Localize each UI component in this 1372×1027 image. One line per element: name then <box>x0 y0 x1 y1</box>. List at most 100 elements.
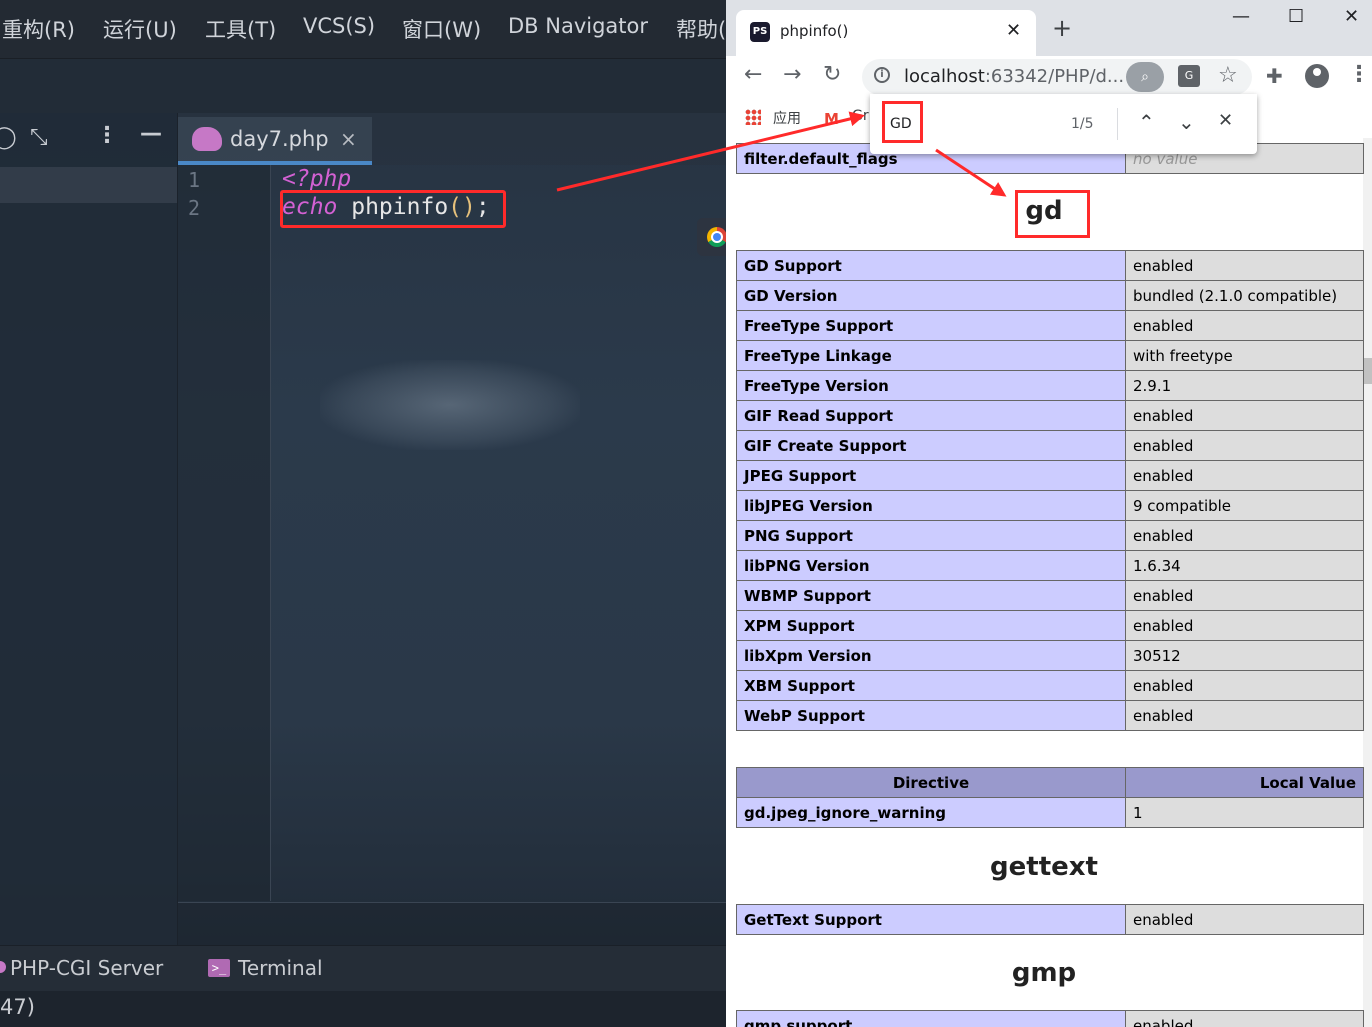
menu-refactor[interactable]: 重构(R) <box>2 14 75 44</box>
directive-key: FreeType Version <box>736 370 1126 401</box>
directive-key: JPEG Support <box>736 460 1126 491</box>
back-arrow-icon[interactable]: ← <box>744 62 762 87</box>
column-header-directive: Directive <box>736 767 1126 798</box>
bookmark-star-icon[interactable]: ☆ <box>1218 63 1238 88</box>
hide-panel-icon[interactable]: — <box>140 121 162 146</box>
gd-heading-annotation-box <box>1015 190 1090 238</box>
ide-status-bar: 47) <box>0 991 726 1027</box>
bookmark-gmail[interactable]: Gr <box>852 108 869 124</box>
minimize-button[interactable]: — <box>1232 6 1250 27</box>
find-close-icon[interactable]: ✕ <box>1218 110 1233 131</box>
table-row: WBMP Support enabled <box>736 580 1364 611</box>
menu-vcs[interactable]: VCS(S) <box>303 14 375 38</box>
directive-value: 1 <box>1125 797 1364 828</box>
find-in-page-icon[interactable]: ⌕ <box>1126 62 1164 92</box>
table-row: libXpm Version 30512 <box>736 640 1364 671</box>
site-info-icon[interactable]: i <box>874 67 890 83</box>
browser-tab-phpinfo[interactable]: PS phpinfo() ✕ <box>736 10 1036 56</box>
gettext-table: GetText Support enabled <box>736 904 1364 935</box>
options-menu-icon[interactable]: ⋮ <box>96 123 118 148</box>
line-number: 1 <box>188 168 201 192</box>
new-tab-button[interactable]: + <box>1052 14 1072 42</box>
column-header-local-value: Local Value <box>1125 767 1364 798</box>
directive-key: GD Support <box>736 250 1126 281</box>
browser-toolbar: ← → ↻ i localhost:63342/PHP/d... ⌕ G ☆ ✚… <box>726 56 1372 98</box>
window-close-button[interactable]: ✕ <box>1344 6 1359 27</box>
table-row: JPEG Support enabled <box>736 460 1364 491</box>
directive-key: FreeType Linkage <box>736 340 1126 371</box>
tab-label: day7.php <box>230 127 329 151</box>
table-header-row: Directive Local Value <box>736 767 1364 798</box>
directive-key: XBM Support <box>736 670 1126 701</box>
directive-value: enabled <box>1125 610 1364 641</box>
table-row: FreeType Version 2.9.1 <box>736 370 1364 401</box>
table-row: libPNG Version 1.6.34 <box>736 550 1364 581</box>
scrollbar-track[interactable] <box>1363 138 1372 1027</box>
ide-toolbar <box>0 59 726 113</box>
directive-value: enabled <box>1125 310 1364 341</box>
open-in-browser-button[interactable] <box>697 218 726 256</box>
address-bar[interactable]: i localhost:63342/PHP/d... ⌕ G ☆ <box>862 59 1252 95</box>
find-previous-chevron-up-icon[interactable]: ⌃ <box>1138 110 1155 134</box>
directive-key: GIF Create Support <box>736 430 1126 461</box>
gd-directive-table: Directive Local Value gd.jpeg_ignore_war… <box>736 767 1364 828</box>
collapse-all-icon[interactable]: ⤡ <box>30 125 48 150</box>
table-row: FreeType Linkage with freetype <box>736 340 1364 371</box>
project-panel <box>0 113 178 945</box>
tool-tab-php-cgi-server[interactable]: PHP-CGI Server <box>10 956 163 980</box>
directive-value: enabled <box>1125 430 1364 461</box>
directive-value: enabled <box>1125 520 1364 551</box>
directive-value: with freetype <box>1125 340 1364 371</box>
directive-value: enabled <box>1125 250 1364 281</box>
locate-icon[interactable]: ◯ <box>0 125 17 150</box>
apps-grid-icon[interactable] <box>745 109 761 125</box>
directive-value: bundled (2.1.0 compatible) <box>1125 280 1364 311</box>
extensions-puzzle-icon[interactable]: ✚ <box>1266 64 1283 88</box>
browser-menu-icon[interactable]: ⋮ <box>1348 62 1370 87</box>
directive-key: WebP Support <box>736 700 1126 731</box>
profile-avatar-icon[interactable] <box>1305 64 1329 88</box>
table-row: libJPEG Version 9 compatible <box>736 490 1364 521</box>
gmail-icon[interactable]: M <box>824 110 839 128</box>
background-cloud <box>320 360 580 450</box>
find-divider <box>1117 108 1118 140</box>
table-row: XBM Support enabled <box>736 670 1364 701</box>
directive-value: enabled <box>1125 400 1364 431</box>
directive-key: GIF Read Support <box>736 400 1126 431</box>
browser-tab-title: phpinfo() <box>780 22 849 40</box>
find-next-chevron-down-icon[interactable]: ⌄ <box>1178 110 1195 134</box>
ide-tool-window-bar: PHP-CGI Server >_ Terminal <box>0 945 726 992</box>
section-heading-gmp: gmp <box>1011 958 1077 988</box>
directive-key: FreeType Support <box>736 310 1126 341</box>
menu-tools[interactable]: 工具(T) <box>205 14 276 44</box>
directive-key: GetText Support <box>736 904 1126 935</box>
tab-close-icon[interactable]: ✕ <box>1006 20 1021 41</box>
table-row: GD Support enabled <box>736 250 1364 281</box>
browser-tab-strip: PS phpinfo() ✕ + — ☐ ✕ <box>726 0 1372 56</box>
line-number: 2 <box>188 196 201 220</box>
menu-db-navigator[interactable]: DB Navigator <box>508 14 648 38</box>
phpinfo-page: filter.default_flags no value gd GD Supp… <box>726 138 1372 1027</box>
directive-value: enabled <box>1125 580 1364 611</box>
menu-help[interactable]: 帮助( <box>676 14 726 44</box>
project-panel-selected-row[interactable] <box>0 167 177 203</box>
browser-window: PS phpinfo() ✕ + — ☐ ✕ ← → ↻ i localhost… <box>726 0 1372 1027</box>
gd-info-table: GD Support enabled GD Version bundled (2.1.… <box>736 250 1364 731</box>
table-row: WebP Support enabled <box>736 700 1364 731</box>
table-row: XPM Support enabled <box>736 610 1364 641</box>
tab-close-icon[interactable]: × <box>340 127 357 151</box>
tool-tab-terminal[interactable]: Terminal <box>238 956 323 980</box>
code-annotation-box <box>280 190 506 228</box>
reload-icon[interactable]: ↻ <box>823 62 841 87</box>
maximize-button[interactable]: ☐ <box>1288 6 1304 27</box>
directive-key: gmp support <box>736 1010 1126 1027</box>
chrome-icon <box>707 227 726 247</box>
translate-icon[interactable]: G <box>1178 65 1200 87</box>
bookmark-apps[interactable]: 应用 <box>773 108 801 128</box>
menu-run[interactable]: 运行(U) <box>103 14 177 44</box>
tab-day7-php[interactable]: day7.php × <box>178 117 372 165</box>
menu-window[interactable]: 窗口(W) <box>402 14 481 44</box>
scrollbar-thumb[interactable] <box>1364 358 1372 384</box>
directive-value: 2.9.1 <box>1125 370 1364 401</box>
forward-arrow-icon[interactable]: → <box>783 62 801 87</box>
